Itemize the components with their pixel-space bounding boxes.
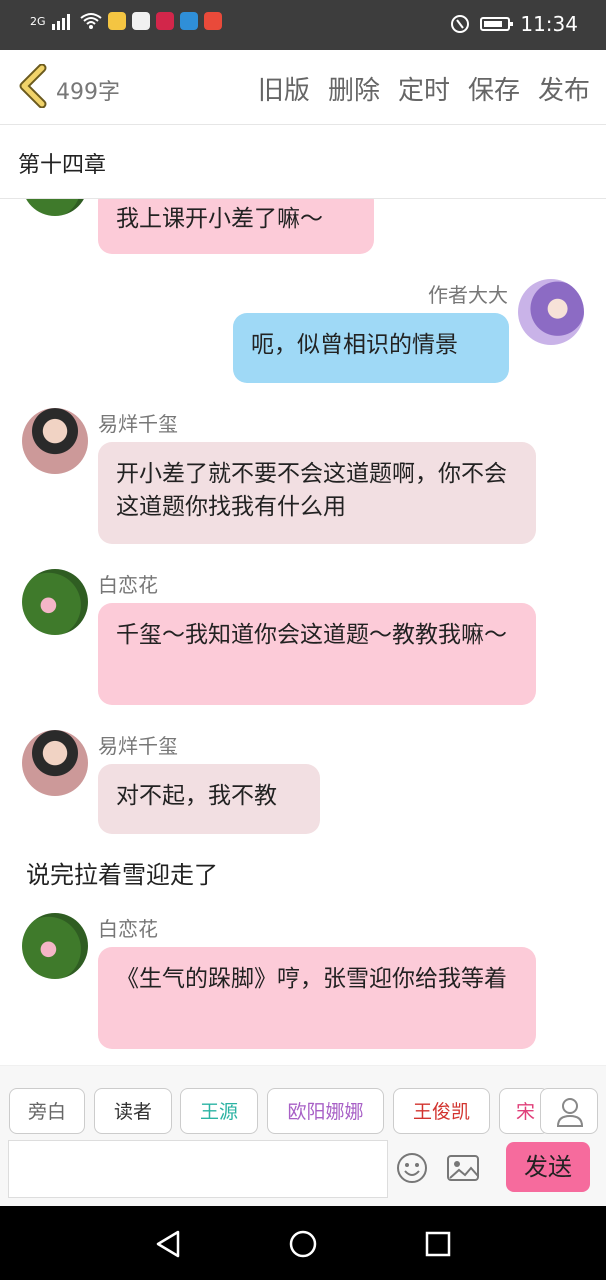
character-chip-narrator[interactable]: 旁白 (9, 1088, 85, 1134)
red-app-icon (203, 12, 222, 30)
message-bubble[interactable]: 千玺～我知道你会这道题～教教我嘛～ (98, 603, 536, 705)
signal-icon (51, 14, 70, 30)
nav-back-icon[interactable] (152, 1228, 184, 1260)
editor-toolbar: 499字 旧版 删除 定时 保存 发布 (0, 50, 606, 125)
emoji-icon[interactable] (396, 1152, 428, 1184)
old-version-button[interactable]: 旧版 (258, 70, 310, 107)
message-bubble[interactable]: 对不起，我不教 (98, 764, 320, 834)
chapter-title[interactable]: 第十四章 (18, 147, 106, 179)
input-bar: 发送 (0, 1138, 606, 1206)
speaker-name: 白恋花 (98, 917, 158, 941)
message-input[interactable] (8, 1140, 388, 1198)
clock: 11:34 (520, 12, 578, 36)
status-bar: 2G 11:34 (0, 0, 606, 50)
huawei-app-icon (155, 12, 174, 30)
message-text: 我上课开小差了嘛～ (116, 206, 323, 232)
wifi-icon (79, 13, 102, 29)
nav-home-icon[interactable] (287, 1228, 319, 1260)
message-bubble[interactable]: 《生气的跺脚》哼，张雪迎你给我等着 (98, 947, 536, 1049)
user-icon (556, 1098, 584, 1127)
publish-button[interactable]: 发布 (538, 70, 590, 107)
message-bubble[interactable]: 开小差了就不要不会这道题啊，你不会这道题你找我有什么用 (98, 442, 536, 544)
message-text: 对不起，我不教 (116, 783, 277, 809)
avatar[interactable] (22, 730, 88, 796)
word-count: 499字 (56, 80, 120, 105)
bird-app-icon (179, 12, 198, 30)
speaker-name: 易烊千玺 (98, 734, 178, 758)
character-chip-reader[interactable]: 读者 (94, 1088, 172, 1134)
status-left: 2G (30, 12, 222, 30)
character-chip-ouyang-nana[interactable]: 欧阳娜娜 (267, 1088, 384, 1134)
chapter-header[interactable]: 第十四章 (0, 125, 606, 199)
video-app-icon (131, 12, 150, 30)
message-text: 呃，似曾相识的情景 (251, 332, 458, 358)
message-bubble[interactable]: 我上课开小差了嘛～ (98, 199, 374, 254)
character-chip-wang-junkai[interactable]: 王俊凯 (393, 1088, 490, 1134)
speaker-name: 易烊千玺 (98, 412, 178, 436)
do-not-disturb-icon (451, 15, 470, 33)
save-button[interactable]: 保存 (468, 70, 520, 107)
avatar[interactable] (22, 408, 88, 474)
chat-area[interactable]: 我上课开小差了嘛～ 作者大大 呃，似曾相识的情景 易烊千玺 开小差了就不要不会这… (0, 199, 606, 1065)
message-text: 《生气的跺脚》哼，张雪迎你给我等着 (116, 966, 507, 992)
toolbar-actions: 旧版 删除 定时 保存 发布 (258, 70, 590, 107)
back-chevron-icon[interactable] (16, 64, 50, 108)
system-nav-bar (0, 1206, 606, 1280)
avatar[interactable] (22, 199, 88, 216)
nav-recent-icon[interactable] (422, 1228, 454, 1260)
narration-text[interactable]: 说完拉着雪迎走了 (26, 855, 218, 890)
delete-button[interactable]: 删除 (328, 70, 380, 107)
message-text: 开小差了就不要不会这道题啊，你不会这道题你找我有什么用 (116, 461, 507, 520)
app-notification-icon (107, 12, 126, 30)
character-selector: 旁白 读者 王源 欧阳娜娜 王俊凯 宋 (0, 1066, 606, 1138)
status-right: 11:34 (450, 12, 578, 36)
network-label: 2G (30, 14, 46, 28)
message-text: 千玺～我知道你会这道题～教教我嘛～ (116, 622, 507, 648)
character-chip-wang-yuan[interactable]: 王源 (180, 1088, 258, 1134)
add-character-button[interactable] (540, 1088, 598, 1134)
image-icon[interactable] (446, 1152, 480, 1184)
avatar[interactable] (22, 569, 88, 635)
battery-icon (480, 17, 514, 31)
send-button[interactable]: 发送 (506, 1142, 590, 1192)
author-avatar[interactable] (518, 279, 584, 345)
message-bubble[interactable]: 呃，似曾相识的情景 (233, 313, 509, 383)
speaker-name: 白恋花 (98, 573, 158, 597)
speaker-name: 作者大大 (428, 283, 508, 307)
schedule-button[interactable]: 定时 (398, 70, 450, 107)
avatar[interactable] (22, 913, 88, 979)
